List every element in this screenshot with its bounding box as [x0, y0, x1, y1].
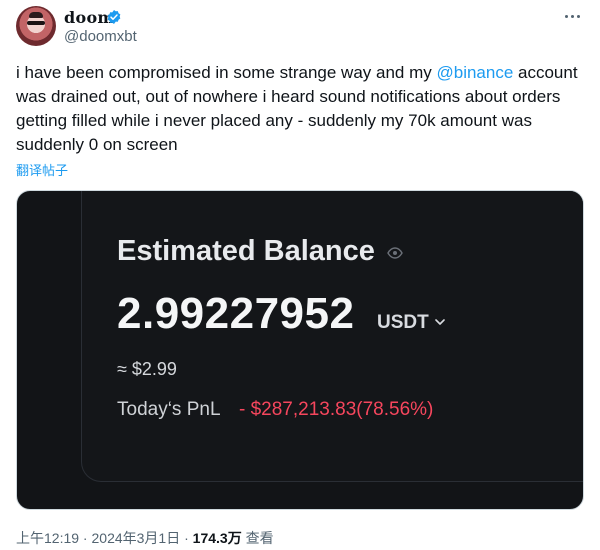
meta-separator: · [180, 530, 193, 546]
chevron-down-icon [435, 319, 445, 325]
mention-link[interactable]: @binance [436, 63, 513, 82]
avatar[interactable] [16, 6, 56, 46]
tweet-text: i have been compromised in some strange … [16, 61, 584, 157]
balance-value: 2.99227952 [117, 289, 355, 338]
approx-usd-value: ≈ $2.99 [117, 359, 177, 379]
balance-unit: USDT [377, 312, 429, 333]
pnl-label: Today‘s PnL [117, 399, 221, 420]
eye-icon [387, 247, 403, 259]
translate-post-link[interactable]: 翻译帖子 [16, 160, 68, 179]
balance-title: Estimated Balance [117, 235, 375, 267]
verified-badge-icon [107, 10, 121, 24]
tweet-header: doom @doomxbt [0, 0, 600, 56]
tweet-time[interactable]: 上午12:19 [16, 530, 79, 546]
user-handle[interactable]: @doomxbt [64, 28, 137, 45]
tweet-meta: 上午12:19 · 2024年3月1日 · 174.3万 查看 [16, 528, 274, 548]
pnl-value: - $287,213.83(78.56%) [239, 399, 434, 420]
more-options-icon[interactable] [560, 6, 584, 26]
tweet-text-part1: i have been compromised in some strange … [16, 63, 437, 82]
media-image[interactable]: Estimated Balance 2.99227952 USDT ≈ $2.9… [16, 190, 584, 510]
views-label: 查看 [245, 530, 274, 546]
tweet-date[interactable]: 2024年3月1日 [92, 530, 181, 546]
meta-separator: · [79, 530, 92, 546]
views-count: 174.3万 [192, 530, 242, 546]
